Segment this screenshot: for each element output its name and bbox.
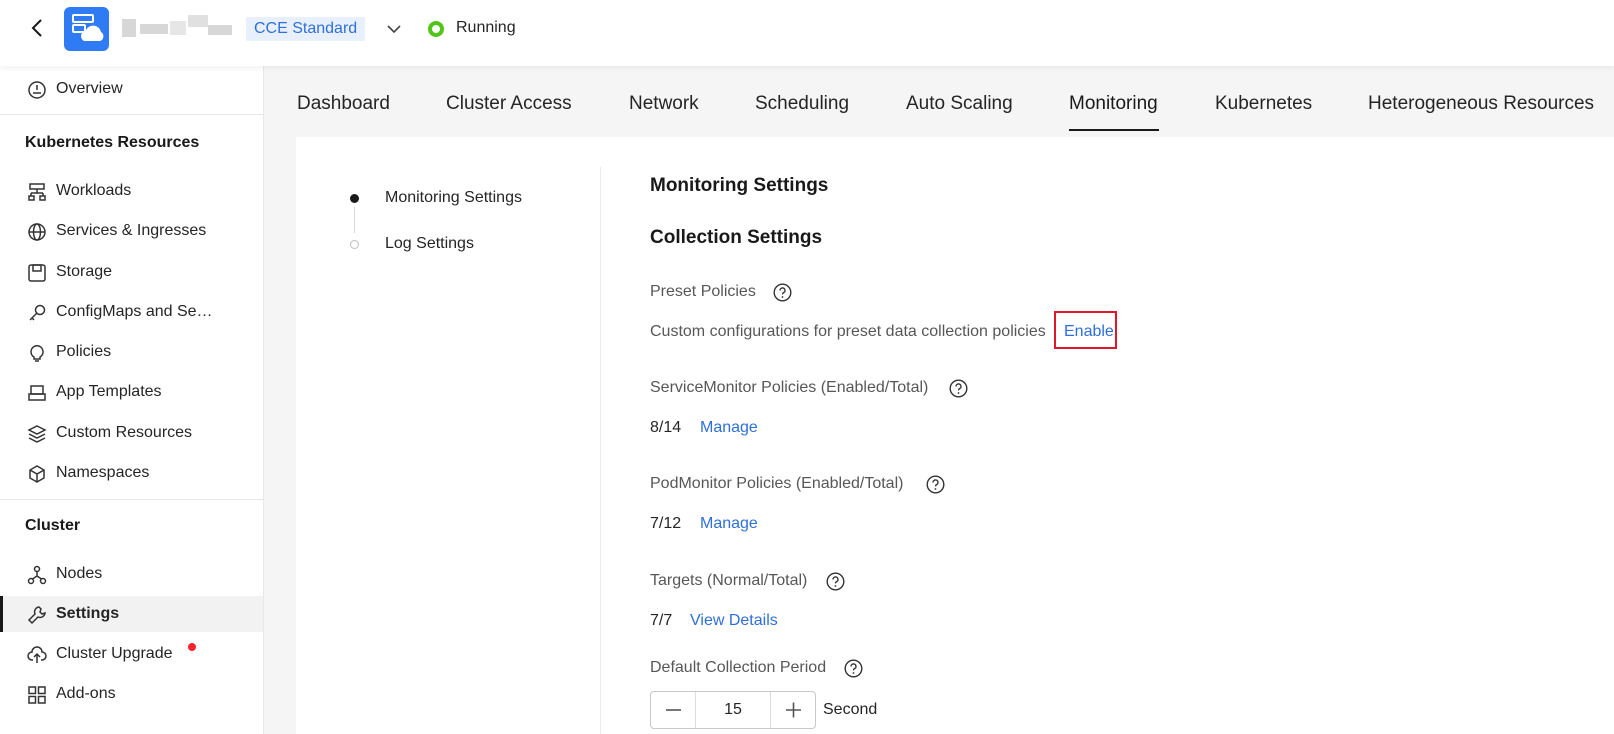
step-log-settings[interactable]: Log Settings <box>385 235 474 253</box>
cluster-type-badge: CCE Standard <box>246 17 366 41</box>
key-icon <box>27 303 47 323</box>
step-monitoring-settings[interactable]: Monitoring Settings <box>385 189 522 207</box>
sidebar-item-nodes[interactable]: Nodes <box>0 556 263 592</box>
sidebar-item-label: Nodes <box>56 565 103 582</box>
help-icon[interactable] <box>926 475 945 494</box>
cloud-upload-icon <box>27 645 47 665</box>
collection-period-label: Default Collection Period <box>650 659 827 676</box>
sidebar-item-label: App Templates <box>56 383 162 400</box>
tab-kubernetes[interactable]: Kubernetes <box>1215 93 1312 115</box>
help-icon[interactable] <box>826 572 845 591</box>
podmonitor-count: 7/12 <box>650 515 682 532</box>
sidebar-item-namespaces[interactable]: Namespaces <box>0 455 263 491</box>
status-running-icon <box>428 21 444 37</box>
layers-icon <box>27 424 47 444</box>
collection-period-stepper: 15 <box>650 691 816 729</box>
sidebar-item-overview[interactable]: Overview <box>0 71 263 107</box>
nodes-icon <box>27 565 47 585</box>
storage-icon <box>27 263 47 283</box>
sidebar-item-app-templates[interactable]: App Templates <box>0 374 263 410</box>
divider <box>0 114 263 115</box>
sidebar-item-label: Overview <box>56 80 123 97</box>
increment-button[interactable] <box>770 692 815 728</box>
podmonitor-policies-label: PodMonitor Policies (Enabled/Total) <box>650 475 904 492</box>
grid-icon <box>27 685 47 705</box>
preset-policies-label: Preset Policies <box>650 283 756 300</box>
sidebar-item-label: Settings <box>56 605 120 622</box>
sidebar-item-add-ons[interactable]: Add-ons <box>0 676 263 712</box>
servicemonitor-count: 8/14 <box>650 419 682 436</box>
sidebar-item-label: ConfigMaps and Se… <box>56 303 213 320</box>
tab-scheduling[interactable]: Scheduling <box>755 93 849 115</box>
manage-servicemonitor-link[interactable]: Manage <box>700 419 758 437</box>
sidebar-item-workloads[interactable]: Workloads <box>0 173 263 209</box>
dashboard-gauge-icon <box>27 80 47 100</box>
decrement-button[interactable] <box>651 692 696 728</box>
tab-cluster-access[interactable]: Cluster Access <box>446 93 572 115</box>
tab-network[interactable]: Network <box>629 93 699 115</box>
sidebar-item-configmaps-secrets[interactable]: ConfigMaps and Se… <box>0 294 263 330</box>
sidebar-item-services-ingresses[interactable]: Services & Ingresses <box>0 213 263 249</box>
cluster-status: Running <box>456 19 516 36</box>
chevron-down-icon[interactable] <box>386 22 402 36</box>
divider <box>0 499 263 500</box>
step-connector <box>354 207 355 233</box>
targets-label: Targets (Normal/Total) <box>650 572 808 589</box>
wrench-icon <box>27 605 47 625</box>
lightbulb-icon <box>27 343 47 363</box>
section-heading-cluster: Cluster <box>25 517 81 534</box>
tab-heterogeneous-resources[interactable]: Heterogeneous Resources <box>1368 93 1594 115</box>
page-title: Monitoring Settings <box>650 175 829 196</box>
servicemonitor-policies-label: ServiceMonitor Policies (Enabled/Total) <box>650 379 929 396</box>
cluster-app-icon <box>64 7 109 51</box>
collection-period-input[interactable]: 15 <box>696 692 770 728</box>
sidebar-item-label: Namespaces <box>56 464 150 481</box>
sidebar-item-settings[interactable]: Settings <box>0 596 263 632</box>
step-inactive-dot-icon <box>350 240 359 249</box>
sidebar-item-storage[interactable]: Storage <box>0 254 263 290</box>
sidebar: Overview Kubernetes Resources Workloads … <box>0 66 264 734</box>
main-panel: Monitoring Settings Log Settings <box>296 137 1614 734</box>
collection-period-unit: Second <box>823 701 878 718</box>
section-title: Collection Settings <box>650 227 823 248</box>
highlight-box <box>1054 311 1117 349</box>
sidebar-item-label: Policies <box>56 343 112 360</box>
sidebar-item-label: Add-ons <box>56 685 116 702</box>
divider <box>600 167 601 734</box>
sidebar-item-cluster-upgrade[interactable]: Cluster Upgrade <box>0 636 263 672</box>
preset-policies-description: Custom configurations for preset data co… <box>650 323 1046 340</box>
top-bar: CCE Standard Running <box>0 0 1614 66</box>
targets-count: 7/7 <box>650 612 673 629</box>
sidebar-item-label: Storage <box>56 263 113 280</box>
template-icon <box>27 383 47 403</box>
sidebar-item-label: Custom Resources <box>56 424 193 441</box>
globe-icon <box>27 222 47 242</box>
sidebar-item-custom-resources[interactable]: Custom Resources <box>0 415 263 451</box>
active-tab-underline <box>1069 129 1159 131</box>
cube-icon <box>27 464 47 484</box>
tab-dashboard[interactable]: Dashboard <box>297 93 390 115</box>
notification-dot <box>188 643 196 651</box>
workloads-icon <box>27 182 47 202</box>
section-heading-kubernetes-resources: Kubernetes Resources <box>25 134 200 151</box>
sidebar-item-label: Workloads <box>56 182 132 199</box>
settings-tabs: Dashboard Cluster Access Network Schedul… <box>264 66 1614 136</box>
sidebar-item-label: Services & Ingresses <box>56 222 207 239</box>
sidebar-item-label: Cluster Upgrade <box>56 645 173 662</box>
tab-auto-scaling[interactable]: Auto Scaling <box>906 93 1013 115</box>
help-icon[interactable] <box>844 659 863 678</box>
cluster-name-redacted <box>122 15 232 41</box>
step-active-dot-icon <box>350 194 359 203</box>
help-icon[interactable] <box>773 283 792 302</box>
sidebar-item-policies[interactable]: Policies <box>0 334 263 370</box>
view-target-details-link[interactable]: View Details <box>690 612 778 630</box>
tab-monitoring[interactable]: Monitoring <box>1069 93 1158 115</box>
manage-podmonitor-link[interactable]: Manage <box>700 515 758 533</box>
step-nav: Monitoring Settings Log Settings <box>296 137 600 734</box>
help-icon[interactable] <box>949 379 968 398</box>
back-arrow-icon[interactable] <box>28 16 48 40</box>
